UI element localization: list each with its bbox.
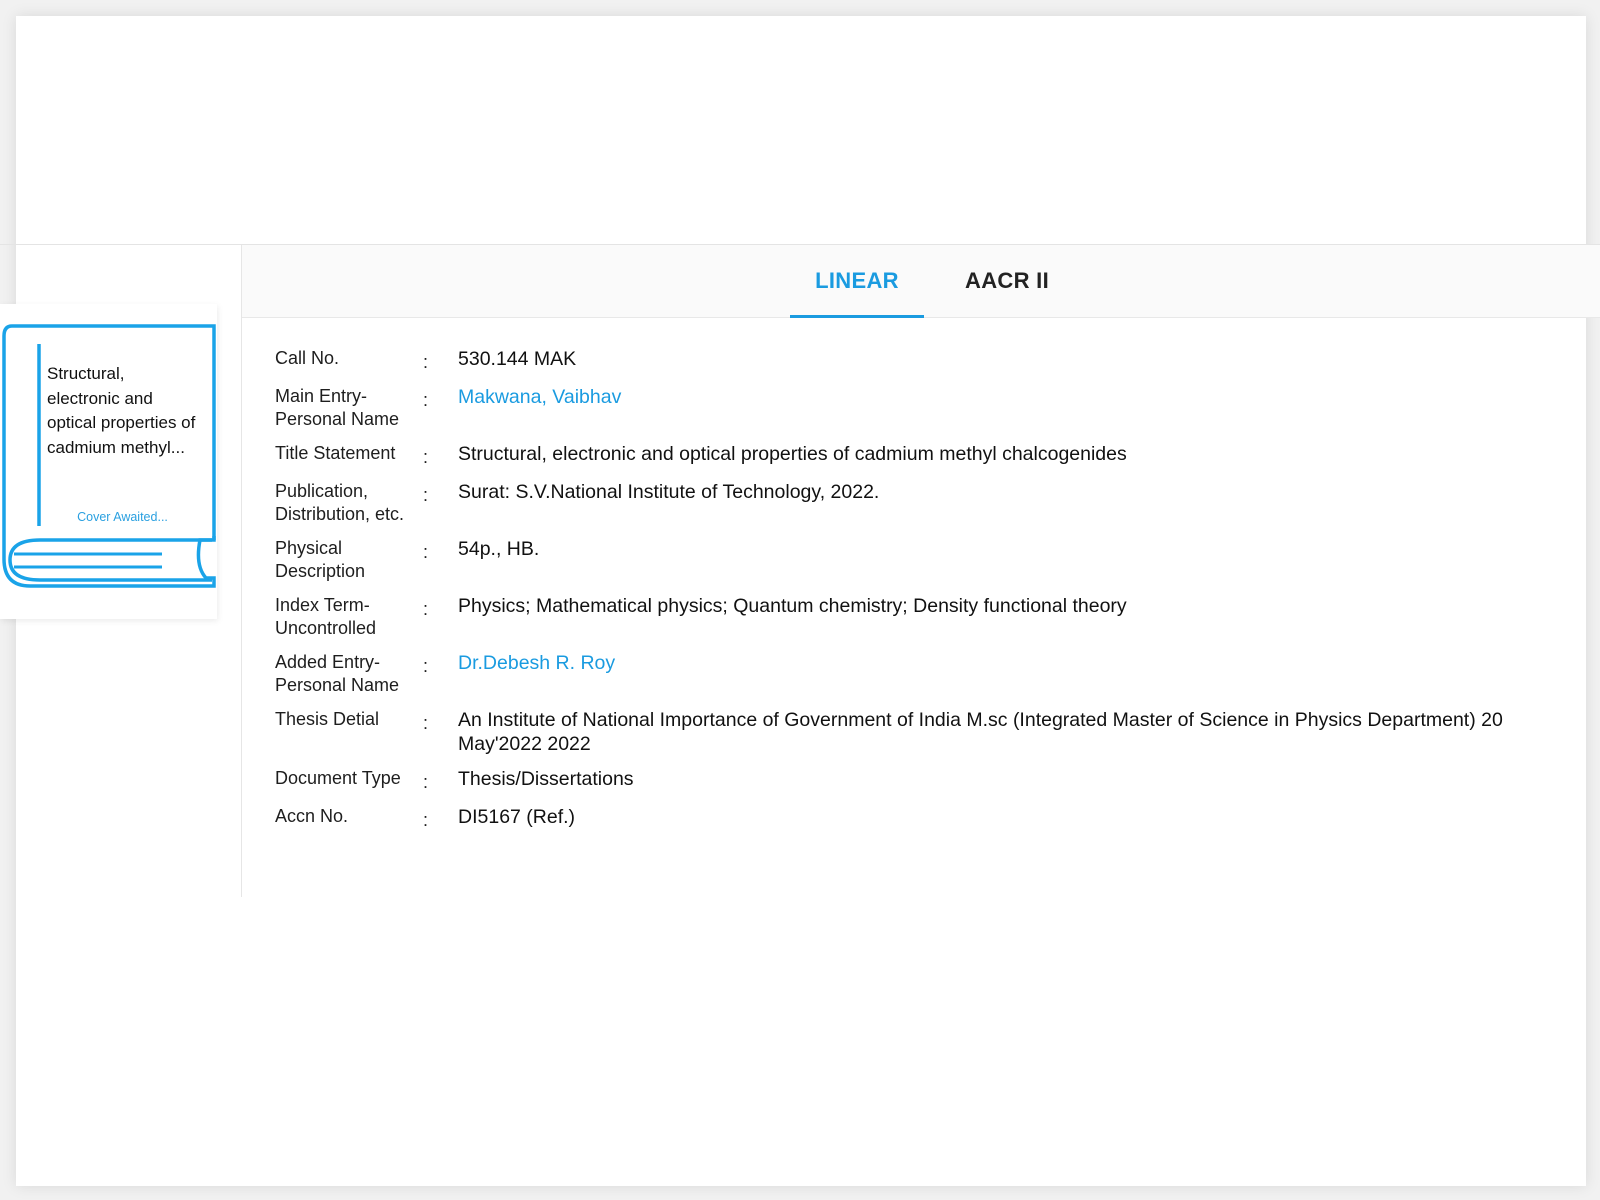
detail-row-publication: Publication, Distribution, etc. : Surat:… [275, 480, 1575, 526]
tab-linear[interactable]: LINEAR [790, 245, 924, 318]
detail-value: Surat: S.V.National Institute of Technol… [458, 481, 880, 503]
separator: : [423, 542, 429, 562]
detail-row-physical: Physical Description : 54p., HB. [275, 537, 1575, 583]
detail-row-document-type: Document Type : Thesis/Dissertations [275, 767, 1575, 794]
separator: : [423, 713, 429, 733]
detail-label: Thesis Detial [275, 709, 380, 729]
separator: : [423, 390, 429, 410]
detail-value: Structural, electronic and optical prope… [458, 443, 1127, 465]
detail-row-index-term: Index Term- Uncontrolled : Physics; Math… [275, 594, 1575, 640]
detail-value: DI5167 (Ref.) [458, 806, 576, 828]
detail-value: Physics; Mathematical physics; Quantum c… [458, 595, 1127, 617]
separator: : [423, 352, 429, 372]
author-link[interactable]: Makwana, Vaibhav [458, 385, 1575, 409]
detail-row-call-no: Call No. : 530.144 MAK [275, 347, 1575, 374]
detail-label: Publication, Distribution, etc. [275, 481, 405, 524]
detail-row-main-entry: Main Entry- Personal Name : Makwana, Vai… [275, 385, 1575, 431]
separator: : [423, 447, 429, 467]
tab-bar: LINEAR AACR II [242, 245, 1600, 318]
tab-aacr-ii[interactable]: AACR II [942, 245, 1072, 317]
detail-value: 54p., HB. [458, 538, 540, 560]
detail-row-title: Title Statement : Structural, electronic… [275, 442, 1575, 469]
detail-label: Physical Description [275, 538, 366, 581]
added-author-link[interactable]: Dr.Debesh R. Roy [458, 651, 1575, 675]
separator: : [423, 656, 429, 676]
separator: : [423, 772, 429, 792]
detail-row-thesis: Thesis Detial : An Institute of National… [275, 708, 1575, 756]
detail-row-accn-no: Accn No. : DI5167 (Ref.) [275, 805, 1575, 832]
book-cover-icon [2, 324, 216, 588]
detail-label: Document Type [275, 768, 401, 788]
separator: : [423, 810, 429, 830]
cover-title: Structural, electronic and optical prope… [47, 364, 196, 457]
record-details: Call No. : 530.144 MAK Main Entry- Perso… [275, 347, 1575, 843]
detail-label: Main Entry- Personal Name [275, 386, 400, 429]
detail-label: Accn No. [275, 806, 349, 826]
detail-label: Index Term- Uncontrolled [275, 595, 377, 638]
detail-label: Call No. [275, 348, 340, 368]
book-cover-card[interactable]: Structural, electronic and optical prope… [0, 304, 217, 619]
detail-label: Added Entry- Personal Name [275, 652, 400, 695]
cover-awaited-text: Cover Awaited... [77, 510, 168, 524]
detail-value: Thesis/Dissertations [458, 768, 634, 790]
detail-row-added-entry: Added Entry- Personal Name : Dr.Debesh R… [275, 651, 1575, 697]
detail-value: 530.144 MAK [458, 348, 577, 370]
detail-label: Title Statement [275, 443, 396, 463]
sidebar-divider [241, 245, 242, 897]
detail-value: An Institute of National Importance of G… [458, 709, 1503, 755]
separator: : [423, 485, 429, 505]
separator: : [423, 599, 429, 619]
